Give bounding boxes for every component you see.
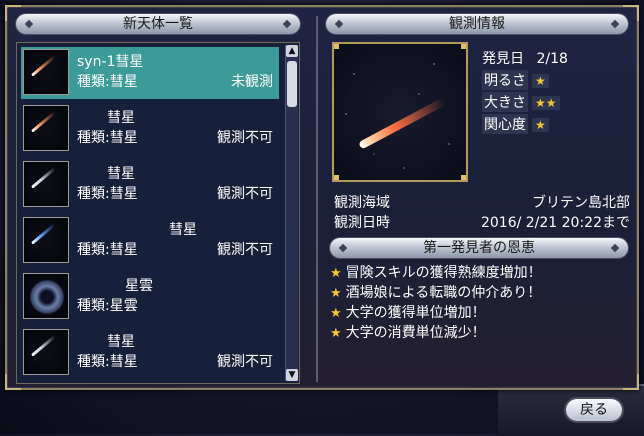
item-name: 彗星: [107, 166, 135, 182]
list-header-title: 新天体一覧: [123, 16, 193, 32]
brightness-row: 明るさ ★: [482, 70, 549, 90]
star-icon: ★: [330, 326, 342, 341]
observation-info-panel: 観測情報 発見日 2/18 明るさ ★ 大きさ ★★ 関心度 ★ 観測海域 ブリテン島…: [326, 14, 632, 384]
comet-preview-image: [332, 42, 468, 182]
item-status: 観測不可: [217, 130, 273, 146]
benefit-text: 大学の消費単位減少！: [345, 325, 486, 341]
list-item[interactable]: 星雲 種類:星雲: [21, 271, 279, 323]
scroll-up-icon[interactable]: ▲: [286, 45, 298, 57]
celestial-list: syn-1彗星 種類:彗星 未観測 彗星 種類:彗星 観測不可 彗星 種類:彗星…: [16, 42, 300, 384]
item-type: 種類:彗星: [77, 130, 138, 146]
item-name: 星雲: [125, 278, 153, 294]
celestial-list-panel: 新天体一覧 syn-1彗星 種類:彗星 未観測 彗星 種類:彗星 観測不可 彗星…: [16, 14, 304, 384]
info-header: 観測情報: [326, 14, 628, 34]
benefits-header-title: 第一発見者の恩恵: [423, 240, 535, 256]
time-label: 観測日時: [334, 215, 390, 231]
list-item[interactable]: 彗星 種類:彗星 観測不可: [21, 103, 279, 155]
blue-comet-thumbnail-icon: [23, 217, 69, 263]
list-item[interactable]: 彗星 種類:彗星 観測不可: [21, 215, 279, 267]
brightness-star-icon: ★: [532, 74, 549, 88]
item-type: 種類:彗星: [77, 186, 138, 202]
red-comet-thumbnail-icon: [23, 49, 69, 95]
benefit-text: 大学の獲得単位増加！: [345, 305, 486, 321]
discovery-value: 2/18: [536, 51, 568, 67]
white-comet-thumbnail-icon: [23, 161, 69, 207]
back-button[interactable]: 戻る: [566, 399, 622, 421]
item-status: 観測不可: [217, 242, 273, 258]
item-type: 種類:彗星: [77, 242, 138, 258]
item-type: 種類:彗星: [77, 354, 138, 370]
item-name: syn-1彗星: [77, 54, 144, 70]
item-name: 彗星: [107, 110, 135, 126]
item-status: 観測不可: [217, 186, 273, 202]
scroll-thumb[interactable]: [287, 61, 297, 107]
star-icon: ★: [330, 286, 342, 301]
list-item[interactable]: 彗星 種類:彗星 観測不可: [21, 327, 279, 379]
size-row: 大きさ ★★: [482, 92, 560, 112]
benefit-item: ★ 大学の消費単位減少！: [330, 322, 486, 342]
list-item[interactable]: 彗星 種類:彗星 観測不可: [21, 159, 279, 211]
discovery-date-row: 発見日 2/18: [482, 48, 568, 68]
star-icon: ★: [330, 266, 342, 281]
nebula-thumbnail-icon: [23, 273, 69, 319]
item-type: 種類:彗星: [77, 74, 138, 90]
white-comet-thumbnail-icon: [23, 329, 69, 375]
item-type: 種類:星雲: [77, 298, 138, 314]
star-icon: ★: [330, 306, 342, 321]
benefits-header: 第一発見者の恩恵: [330, 238, 628, 258]
benefit-item: ★ 酒場娘による転職の仲介あり！: [330, 282, 541, 302]
size-label: 大きさ: [482, 92, 528, 112]
list-item[interactable]: syn-1彗星 種類:彗星 未観測: [21, 47, 279, 99]
benefit-item: ★ 大学の獲得単位増加！: [330, 302, 486, 322]
sea-label: 観測海域: [334, 195, 390, 211]
interest-row: 関心度 ★: [482, 114, 549, 134]
interest-star-icon: ★: [532, 118, 549, 132]
item-status: 観測不可: [217, 354, 273, 370]
item-name: 彗星: [169, 222, 197, 238]
time-value: 2016/ 2/21 20:22まで: [480, 215, 630, 231]
brightness-label: 明るさ: [482, 70, 528, 90]
benefit-item: ★ 冒険スキルの獲得熟練度増加！: [330, 262, 542, 282]
item-name: 彗星: [107, 334, 135, 350]
size-star-icon: ★★: [532, 96, 560, 110]
sea-value: ブリテン島北部: [532, 195, 630, 211]
discovery-label: 発見日: [482, 51, 524, 67]
benefit-text: 冒険スキルの獲得熟練度増加！: [345, 265, 542, 281]
red-comet-thumbnail-icon: [23, 105, 69, 151]
list-header: 新天体一覧: [16, 14, 300, 34]
item-status: 未観測: [231, 74, 273, 90]
interest-label: 関心度: [482, 114, 528, 134]
list-scrollbar[interactable]: ▲ ▼: [285, 45, 298, 381]
scroll-down-icon[interactable]: ▼: [286, 369, 298, 381]
time-row: 観測日時 2016/ 2/21 20:22まで: [334, 212, 630, 232]
benefit-text: 酒場娘による転職の仲介あり！: [345, 285, 542, 301]
sea-row: 観測海域 ブリテン島北部: [334, 192, 630, 212]
info-header-title: 観測情報: [449, 16, 505, 32]
panel-divider: [316, 16, 318, 382]
